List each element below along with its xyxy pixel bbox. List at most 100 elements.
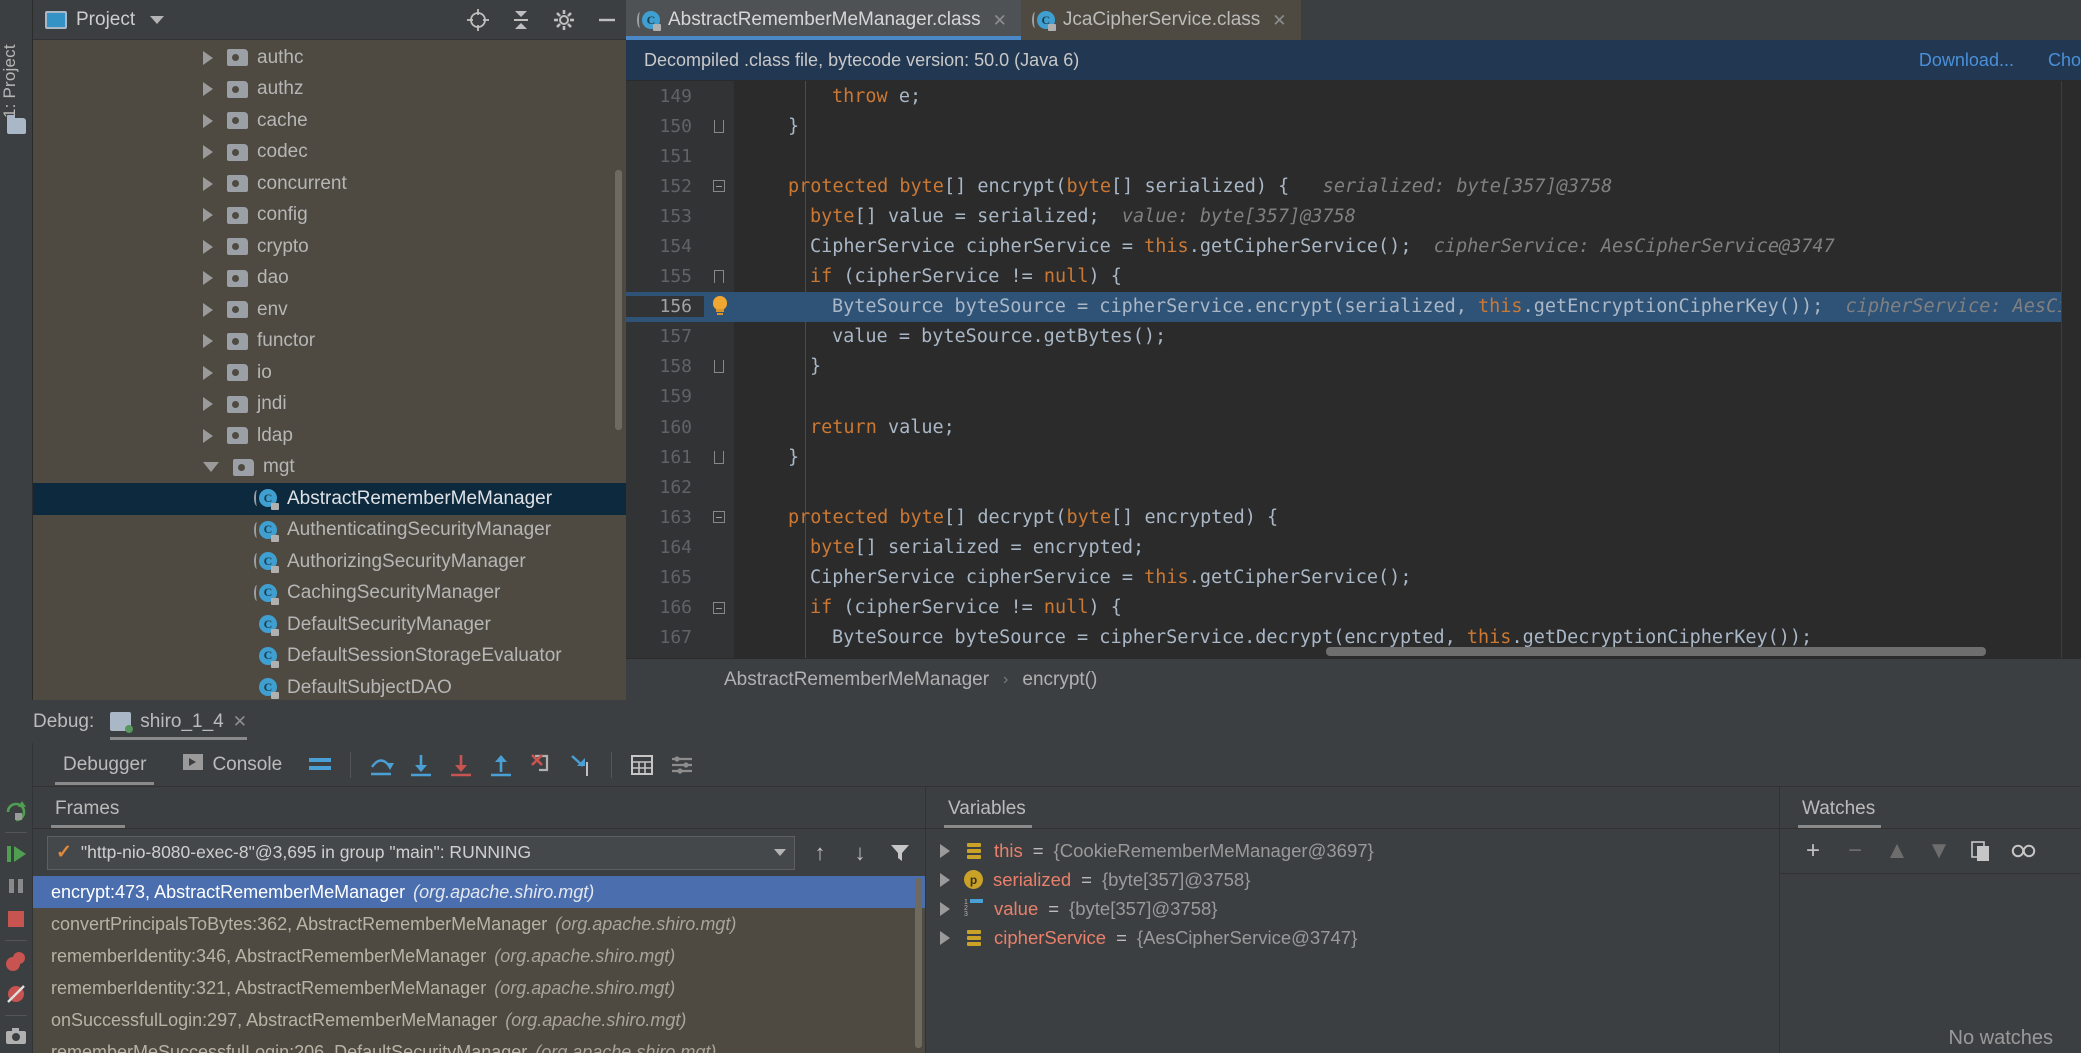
code-line[interactable]: 149 throw e; [626, 81, 2081, 111]
code-editor[interactable]: 149 throw e; 150} 151 152 protected byte[] en… [626, 81, 2081, 658]
variable-row[interactable]: this = {CookieRememberMeManager@3697} [926, 836, 1779, 865]
code-line[interactable]: 164 byte[] serialized = encrypted; [626, 532, 2081, 562]
chevron-down-icon[interactable] [150, 15, 165, 24]
resume-icon[interactable] [0, 838, 33, 870]
chevron-right-icon[interactable] [940, 872, 950, 887]
inspect-icon[interactable] [2002, 830, 2044, 872]
chevron-right-icon[interactable] [940, 901, 950, 916]
tree-row[interactable]: config [33, 200, 626, 232]
sidebar-tab-project[interactable]: 1: Project [0, 4, 33, 124]
chevron-right-icon[interactable] [203, 50, 213, 65]
chevron-right-icon[interactable] [203, 208, 213, 223]
chevron-right-icon[interactable] [203, 428, 213, 443]
watches-body[interactable]: No watches [1780, 874, 2081, 1053]
code-line[interactable]: 166 if (cipherService != null) { [626, 593, 2081, 623]
tree-row[interactable]: C CachingSecurityManager [33, 578, 626, 610]
chevron-right-icon[interactable] [203, 145, 213, 160]
run-configuration-tab[interactable]: shiro_1_4 ✕ [106, 700, 253, 743]
tree-row[interactable]: codec [33, 137, 626, 169]
code-line[interactable]: 162 [626, 472, 2081, 502]
fold-marker-icon[interactable] [704, 270, 734, 284]
editor-tab[interactable]: C AbstractRememberMeManager.class ✕ [626, 0, 1021, 40]
run-to-cursor-icon[interactable] [561, 745, 601, 785]
frame-row[interactable]: rememberIdentity:321, AbstractRememberMe… [33, 972, 925, 1004]
arrow-up-icon[interactable]: ↑ [805, 838, 835, 868]
project-tree[interactable]: authc authz cache codec concurrent config cryp… [33, 40, 626, 700]
rerun-icon[interactable] [0, 795, 33, 827]
tree-row[interactable]: env [33, 294, 626, 326]
chevron-right-icon[interactable] [940, 843, 950, 858]
tree-row[interactable]: io [33, 357, 626, 389]
variable-row[interactable]: 1 2 3 value = {byte[357]@3758} [926, 894, 1779, 923]
fold-marker-icon[interactable] [704, 601, 734, 614]
tree-row[interactable]: functor [33, 326, 626, 358]
chevron-right-icon[interactable] [940, 930, 950, 945]
chevron-right-icon[interactable] [203, 113, 213, 128]
frames-tab[interactable]: Frames [33, 787, 925, 829]
tree-row[interactable]: C DefaultSecurityManager [33, 609, 626, 641]
move-down-icon[interactable]: ▼ [1918, 830, 1960, 872]
editor-horizontal-scrollbar[interactable] [1326, 647, 1986, 656]
chevron-right-icon[interactable] [203, 397, 213, 412]
chevron-right-icon[interactable] [203, 365, 213, 380]
code-line[interactable]: 151 [626, 141, 2081, 171]
variable-row[interactable]: p serialized = {byte[357]@3758} [926, 865, 1779, 894]
layout-icon[interactable] [300, 745, 340, 785]
remove-icon[interactable]: − [1834, 830, 1876, 872]
thread-dropdown[interactable]: ✓ "http-nio-8080-exec-8"@3,695 in group … [47, 835, 795, 870]
folder-icon[interactable] [7, 115, 26, 134]
tree-row[interactable]: concurrent [33, 168, 626, 200]
fold-marker-icon[interactable] [704, 360, 734, 374]
code-line[interactable]: 152 protected byte[] encrypt(byte[] seria… [626, 171, 2081, 201]
copy-icon[interactable] [1960, 830, 2002, 872]
code-line[interactable]: 159 [626, 382, 2081, 412]
screenshot-icon[interactable] [0, 1021, 33, 1053]
step-over-icon[interactable] [361, 745, 401, 785]
mute-breakpoints-icon[interactable] [0, 978, 33, 1010]
frame-row[interactable]: rememberIdentity:346, AbstractRememberMe… [33, 940, 925, 972]
frame-row[interactable]: onSuccessfulLogin:297, AbstractRememberM… [33, 1004, 925, 1036]
code-line[interactable]: 154 CipherService cipherService = this.ge… [626, 231, 2081, 261]
code-line[interactable]: 155 if (cipherService != null) { [626, 262, 2081, 292]
frames-scrollbar[interactable] [915, 878, 922, 1048]
fold-marker-icon[interactable] [704, 450, 734, 464]
code-line[interactable]: 160 return value; [626, 412, 2081, 442]
chevron-right-icon[interactable] [203, 302, 213, 317]
code-line[interactable]: 165 CipherService cipherService = this.ge… [626, 563, 2081, 593]
debugger-tab[interactable]: Console [164, 743, 300, 787]
collapse-all-icon[interactable] [506, 5, 536, 35]
tree-row[interactable]: authc [33, 42, 626, 74]
stop-icon[interactable] [0, 902, 33, 934]
drop-frame-icon[interactable] [521, 745, 561, 785]
arrow-down-icon[interactable]: ↓ [845, 838, 875, 868]
close-icon[interactable]: ✕ [993, 12, 1007, 29]
code-line[interactable]: 153 byte[] value = serialized; value: byt… [626, 201, 2081, 231]
tree-row[interactable]: C DefaultSubjectDAO [33, 672, 626, 700]
chevron-right-icon[interactable] [203, 176, 213, 191]
tree-row[interactable]: C DefaultSessionStorageEvaluator [33, 641, 626, 673]
tree-row[interactable]: jndi [33, 389, 626, 421]
chevron-down-icon[interactable] [774, 849, 786, 856]
settings-icon[interactable] [662, 745, 702, 785]
code-line[interactable]: 163 protected byte[] decrypt(byte[] encry… [626, 502, 2081, 532]
close-icon[interactable]: ✕ [1272, 12, 1286, 29]
force-step-into-icon[interactable] [441, 745, 481, 785]
locate-icon[interactable] [463, 5, 493, 35]
step-out-icon[interactable] [481, 745, 521, 785]
project-tree-scrollbar[interactable] [615, 170, 622, 430]
add-icon[interactable]: + [1792, 830, 1834, 872]
code-line[interactable]: 156 ByteSource byteSource = cipherService… [626, 291, 2081, 322]
breadcrumb-method[interactable]: encrypt() [1022, 669, 1097, 691]
frame-row[interactable]: rememberMeSuccessfulLogin:206, DefaultSe… [33, 1036, 925, 1053]
tree-row[interactable]: dao [33, 263, 626, 295]
code-line[interactable]: 157 value = byteSource.getBytes(); [626, 322, 2081, 352]
editor-tab[interactable]: C JcaCipherService.class ✕ [1020, 0, 1301, 40]
filter-icon[interactable] [885, 838, 915, 868]
tree-row[interactable]: authz [33, 74, 626, 106]
variables-tab[interactable]: Variables [926, 787, 1779, 829]
frame-row[interactable]: encrypt:473, AbstractRememberMeManager (o… [33, 876, 925, 908]
tree-row[interactable]: ldap [33, 420, 626, 452]
frame-row[interactable]: convertPrincipalsToBytes:362, AbstractRe… [33, 908, 925, 940]
chevron-right-icon[interactable] [203, 239, 213, 254]
variables-list[interactable]: this = {CookieRememberMeManager@3697} p se… [926, 829, 1779, 1053]
